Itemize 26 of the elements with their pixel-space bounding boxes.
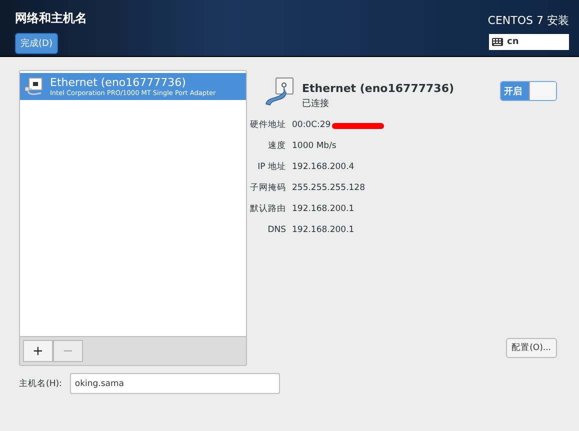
field-value: 00:0C:29: [292, 119, 331, 132]
field-value: 192.168.200.1: [292, 224, 354, 237]
field-label: 硬件地址: [250, 119, 286, 132]
configure-button[interactable]: 配置(O)...: [506, 338, 557, 358]
keyboard-icon: [492, 38, 503, 46]
connection-status: 已连接: [302, 98, 330, 110]
field-label: 子网掩码: [250, 182, 286, 195]
redaction-mark: [332, 122, 384, 128]
ethernet-icon: [24, 76, 44, 96]
product-title: CENTOS 7 安装: [488, 13, 569, 28]
field-label: 默认路由: [250, 203, 286, 216]
field-label: 速度: [267, 140, 286, 153]
field-value: 1000 Mb/s: [292, 140, 336, 153]
keyboard-layout-indicator[interactable]: cn: [489, 34, 569, 50]
ethernet-cable-icon: [264, 76, 296, 108]
field-label: IP 地址: [256, 161, 286, 174]
field-value: 192.168.200.4: [292, 161, 354, 174]
device-name: Ethernet (eno16777736): [50, 76, 187, 89]
hostname-label: 主机名(H):: [19, 378, 62, 390]
field-value: 255.255.255.128: [292, 182, 366, 195]
hostname-field[interactable]: oking.sama: [70, 373, 280, 394]
device-title: Ethernet (eno16777736): [302, 82, 454, 95]
add-button[interactable]: +: [23, 340, 53, 362]
field-label: DNS: [266, 224, 286, 237]
field-value: 192.168.200.1: [292, 203, 354, 216]
page-title: 网络和主机名: [15, 10, 87, 27]
